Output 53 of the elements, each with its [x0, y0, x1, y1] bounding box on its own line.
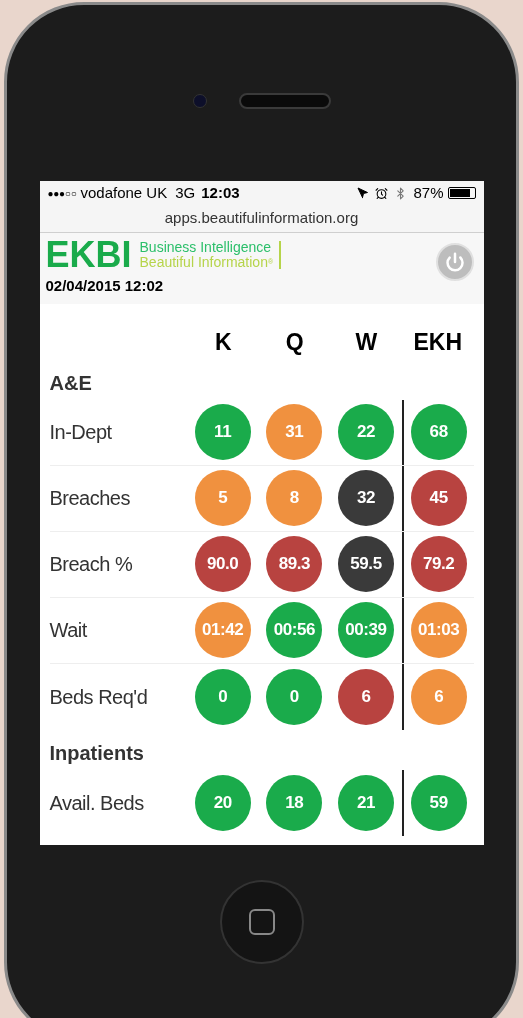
- value-badge: 00:39: [338, 602, 394, 658]
- row-label: In-Dept: [49, 420, 113, 445]
- alarm-icon: [375, 186, 389, 200]
- value-badge: 6: [338, 668, 394, 725]
- battery-icon: [447, 187, 476, 199]
- row-label: Wait: [49, 618, 88, 643]
- value-badge: 00:56: [266, 602, 323, 658]
- signal-strength: ●●●○○: [47, 186, 77, 201]
- row-label: Breach %: [49, 552, 134, 577]
- value-badge: 79.2: [410, 536, 467, 592]
- value-badge: 0: [194, 668, 251, 725]
- value-badge: 32: [338, 470, 394, 526]
- value-badge: 45: [410, 470, 467, 526]
- value-badge: 59.5: [338, 536, 394, 592]
- value-badge: 89.3: [266, 536, 323, 592]
- row-label: Avail. Beds: [49, 790, 145, 816]
- tagline: Business Intelligence: [139, 240, 273, 255]
- value-badge: 31: [266, 404, 323, 460]
- value-badge: 8: [266, 470, 323, 526]
- power-icon: [444, 252, 465, 272]
- value-badge: 18: [266, 774, 323, 831]
- value-badge: 21: [338, 774, 394, 831]
- section-title: A&E: [49, 370, 92, 396]
- value-badge: 20: [194, 774, 251, 831]
- column-header: W: [355, 328, 378, 357]
- logo-wordmark: EKBI: [45, 237, 132, 273]
- tagline: Beautiful Information$^{®}$: [139, 255, 274, 270]
- value-badge: 5: [194, 470, 251, 526]
- location-icon: [357, 187, 370, 199]
- value-badge: 90.0: [194, 536, 251, 592]
- value-badge: 11: [194, 404, 251, 460]
- section-title: Inpatients: [49, 740, 144, 766]
- row-label: Breaches: [49, 486, 131, 511]
- timestamp: 02/04/2015 12:02: [45, 276, 165, 296]
- clock-time: 12:03: [201, 182, 240, 203]
- column-header: Q: [285, 328, 304, 357]
- camera-icon: [192, 94, 207, 108]
- value-badge: 0: [266, 668, 323, 725]
- value-badge: 01:03: [410, 602, 467, 658]
- column-header: EKH: [413, 328, 463, 357]
- carrier-name: vodafone UK: [80, 182, 168, 203]
- home-square-icon: [248, 909, 275, 935]
- logo-divider: [279, 241, 282, 269]
- row-label: Beds Req'd: [49, 684, 149, 710]
- value-badge: 22: [338, 404, 394, 460]
- column-header: K: [214, 328, 232, 357]
- battery-percent: 87%: [413, 182, 444, 203]
- value-badge: 6: [410, 668, 467, 725]
- network-type: 3G: [175, 182, 196, 203]
- value-badge: 68: [410, 404, 467, 460]
- value-badge: 01:42: [194, 602, 251, 658]
- page-url[interactable]: apps.beautifulinformation.org: [164, 207, 359, 230]
- value-badge: 59: [410, 774, 467, 831]
